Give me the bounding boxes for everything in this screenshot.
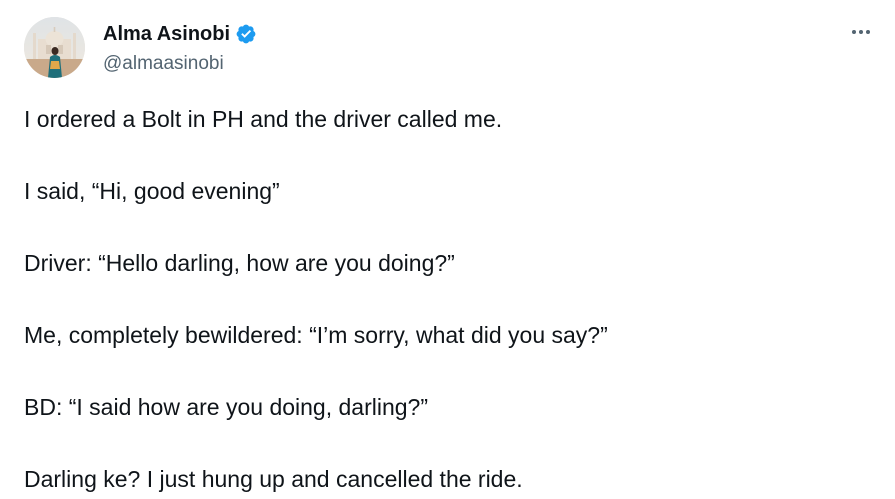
- tweet-line: I ordered a Bolt in PH and the driver ca…: [24, 106, 503, 132]
- more-options-button[interactable]: [846, 20, 876, 44]
- tweet-line: Driver: “Hello darling, how are you doin…: [24, 250, 455, 276]
- tweet-line: I said, “Hi, good evening”: [24, 178, 280, 204]
- tweet-card: Alma Asinobi @almaasinobi I ordered a Bo…: [0, 0, 895, 499]
- verified-badge-icon: [235, 23, 257, 45]
- tweet-line: Darling ke? I just hung up and cancelled…: [24, 466, 523, 492]
- author-handle[interactable]: @almaasinobi: [103, 52, 224, 76]
- line-break: [24, 353, 874, 389]
- author-display-name[interactable]: Alma Asinobi: [103, 21, 230, 47]
- tweet-line: Me, completely bewildered: “I’m sorry, w…: [24, 322, 608, 348]
- line-break: [24, 137, 874, 173]
- line-break: [24, 281, 874, 317]
- avatar-image: [24, 17, 85, 78]
- author-name-row: Alma Asinobi: [103, 21, 257, 47]
- avatar[interactable]: [24, 17, 85, 78]
- tweet-line: BD: “I said how are you doing, darling?”: [24, 394, 428, 420]
- line-break: [24, 425, 874, 461]
- more-horizontal-icon: [852, 30, 870, 34]
- line-break: [24, 209, 874, 245]
- tweet-text: I ordered a Bolt in PH and the driver ca…: [24, 101, 874, 497]
